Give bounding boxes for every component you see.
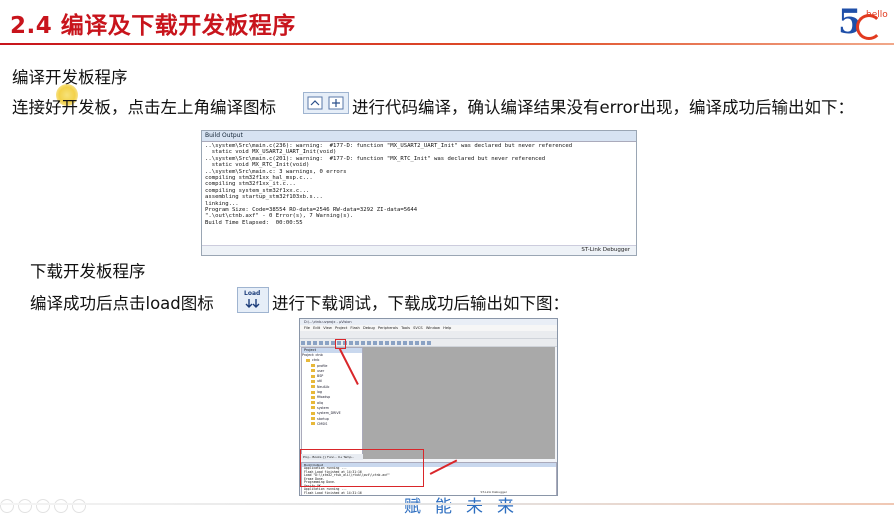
folder-icon: [311, 390, 315, 394]
section1-text-b: 进行代码编译，确认编译结果没有error出现，编译成功后输出如下：: [352, 98, 854, 117]
section2-text-b: 进行下载调试，下载成功后输出如下图：: [272, 294, 569, 313]
bottom-line: [0, 503, 894, 505]
title-underline: [0, 43, 894, 45]
ide-menu-item[interactable]: Window: [426, 326, 443, 330]
slide-title: 2.4 编译及下载开发板程序: [10, 13, 296, 39]
folder-icon: [311, 369, 315, 373]
ide-menu-item[interactable]: Edit: [313, 326, 323, 330]
build-log-line: Build Time Elapsed: 00:00:55: [205, 219, 303, 226]
section2-text-a: 编译成功后点击load图标: [30, 294, 214, 313]
project-panel: Project Project: ctnb ctnb profile user BSP…: [301, 347, 363, 455]
build-icon: [307, 96, 344, 110]
build-output-log: ..\system\Src\main.c(236): warning: #177…: [202, 142, 636, 227]
ide-menu-item[interactable]: Tools: [401, 326, 413, 330]
ide-menu-item[interactable]: Flash: [350, 326, 363, 330]
debugger-status: ST-Link Debugger: [581, 247, 630, 253]
section1-text-a: 连接好开发板，点击左上角编译图标: [12, 98, 276, 117]
output-highlight: [300, 449, 424, 487]
ide-menu-item[interactable]: Help: [443, 326, 451, 330]
folder-icon: [311, 395, 315, 399]
ide-menu-item[interactable]: Debug: [363, 326, 378, 330]
load-icon[interactable]: Load: [237, 287, 269, 313]
build-output-header: Build Output: [202, 131, 636, 142]
bottom-decoration: [0, 498, 90, 517]
project-tree-item[interactable]: CMSIS: [302, 422, 362, 427]
folder-icon: [311, 374, 315, 378]
build-output-panel: Build Output ..\system\Src\main.c(236): …: [201, 130, 637, 256]
ide-menu-item[interactable]: File: [304, 326, 313, 330]
folder-icon: [311, 379, 315, 383]
folder-icon: [311, 411, 315, 415]
editor-area: [363, 347, 555, 459]
folder-icon: [311, 406, 315, 410]
folder-icon: [311, 401, 315, 405]
ide-menu-item[interactable]: View: [323, 326, 335, 330]
folder-icon: [311, 422, 315, 426]
folder-icon: [311, 364, 315, 368]
folder-icon: [311, 385, 315, 389]
compile-icons[interactable]: [303, 92, 349, 114]
folder-icon: [311, 417, 315, 421]
ide-menu-item[interactable]: SVCS: [413, 326, 426, 330]
ide-menu-item[interactable]: Project: [335, 326, 350, 330]
ide-toolbar: [300, 331, 557, 345]
brand-logo: 5 hello: [838, 2, 892, 42]
section2-heading: 下载开发板程序: [30, 262, 146, 281]
ide-menu-item[interactable]: Peripherals: [378, 326, 401, 330]
download-arrow-icon: [245, 299, 260, 308]
folder-icon: [306, 358, 310, 362]
logo-hello: hello: [866, 10, 888, 20]
build-status-bar: ST-Link Debugger: [202, 245, 636, 255]
